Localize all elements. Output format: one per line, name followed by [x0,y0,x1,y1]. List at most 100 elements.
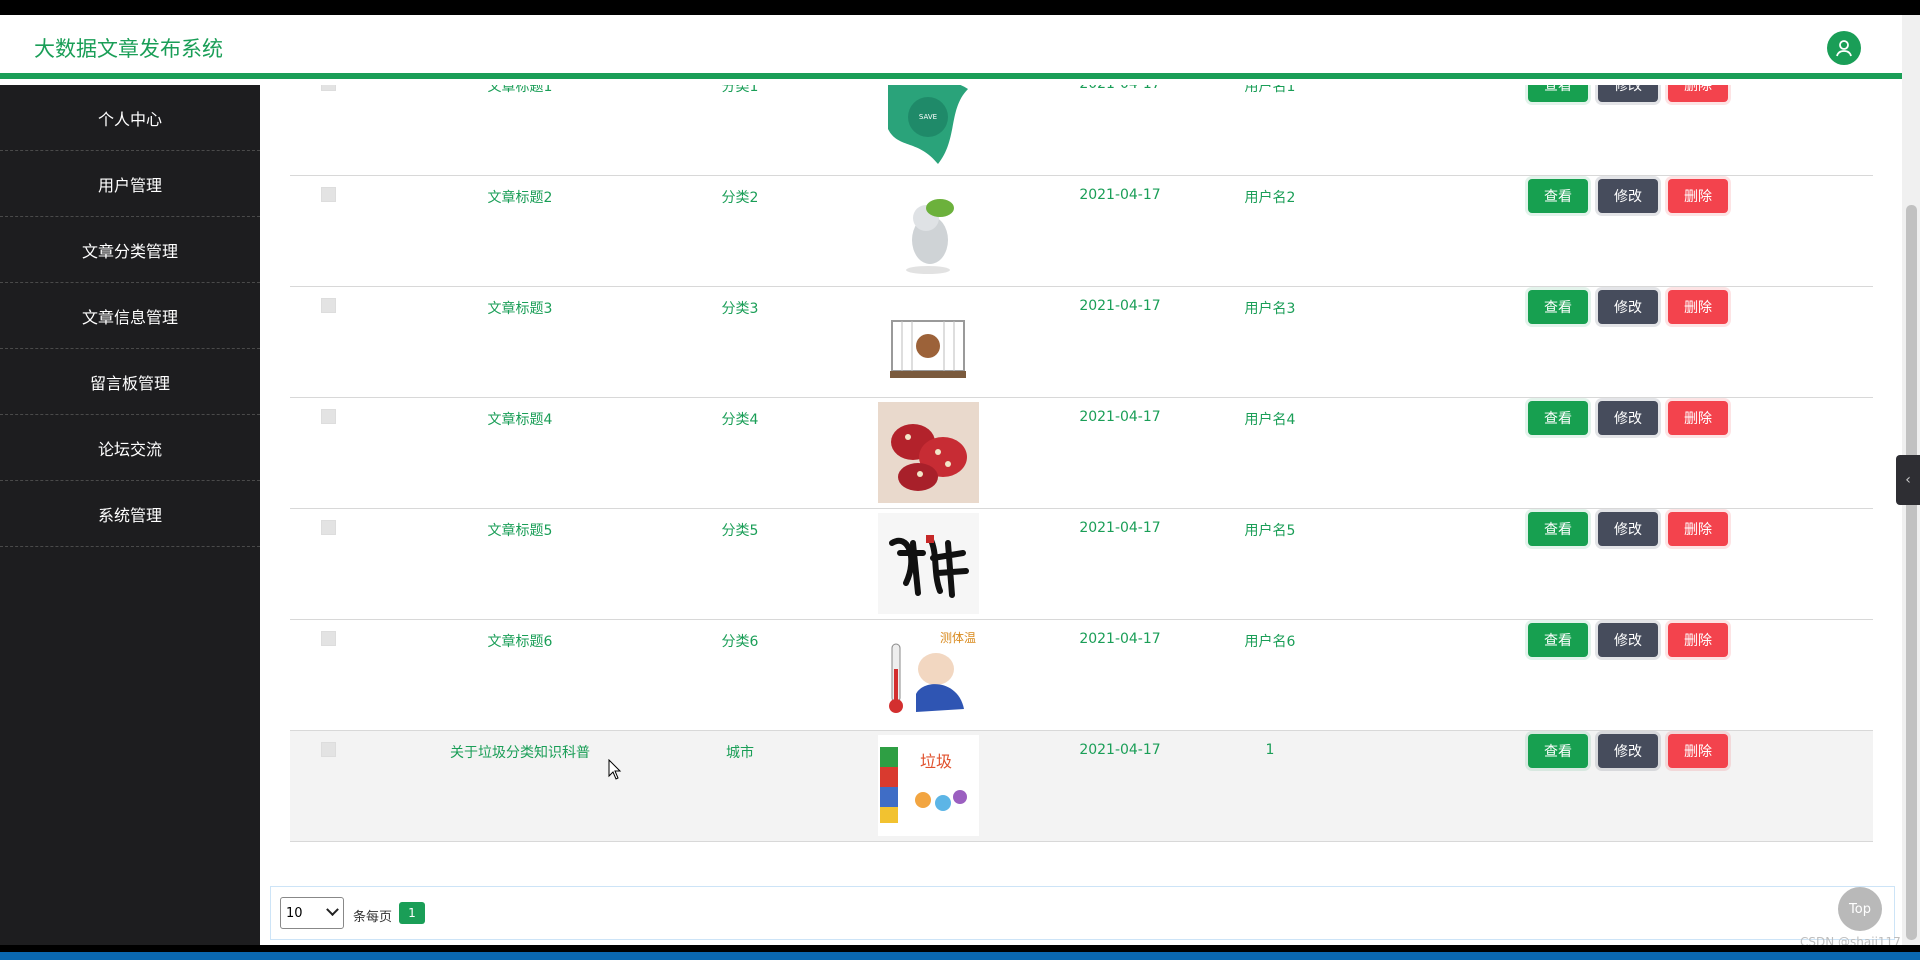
article-title-link[interactable]: 文章标题5 [430,520,610,540]
author-username: 1 [1265,742,1275,758]
edit-button[interactable]: 修改 [1598,85,1658,102]
article-image [878,402,979,503]
article-image: 垃圾 [878,735,979,836]
app-frame: 大数据文章发布系统 个人中心 用户管理 文章分类管理 文章信息管理 留言板管理 … [0,15,1920,945]
article-title-link[interactable]: 文章标题4 [430,409,610,429]
row-checkbox[interactable] [321,742,336,757]
publish-date: 2021-04-17 [1079,631,1161,647]
chevron-left-icon[interactable]: ‹ [1896,455,1920,505]
sidebar-item-label: 个人中心 [97,109,162,129]
app-title: 大数据文章发布系统 [34,37,223,61]
edit-button[interactable]: 修改 [1598,512,1658,546]
delete-button[interactable]: 删除 [1668,401,1728,435]
table-row: 关于垃圾分类知识科普 城市 垃圾 2021-04-17 1 查看 修改 删除 [290,731,1873,842]
article-title-link[interactable]: 文章标题1 [430,85,610,96]
page-size-value: 10 [286,905,303,921]
sidebar-item-message-board[interactable]: 留言板管理 [0,349,260,415]
article-category: 分类2 [721,190,759,206]
article-image [878,291,979,392]
sidebar-item-article-management[interactable]: 文章信息管理 [0,283,260,349]
edit-button[interactable]: 修改 [1598,734,1658,768]
sidebar-item-label: 用户管理 [97,175,162,195]
edit-button[interactable]: 修改 [1598,179,1658,213]
article-title-link[interactable]: 文章标题2 [430,187,610,207]
taskbar-edge [0,952,1920,960]
article-image [878,180,979,281]
delete-button[interactable]: 删除 [1668,290,1728,324]
view-button[interactable]: 查看 [1528,734,1588,768]
article-title-link[interactable]: 文章标题3 [430,298,610,318]
back-to-top-button[interactable]: Top [1838,887,1882,931]
article-category: 分类6 [721,634,759,650]
user-avatar-icon[interactable] [1827,31,1861,65]
article-category: 分类1 [721,85,759,95]
table-row: 文章标题1 分类1 SAVE 2021-04-17 用户名1 查看修改删除 [290,85,1873,176]
table-row: 文章标题6 分类6 测体温 2021-04-17 用户名6 查看 修改 删除 [290,620,1873,731]
view-button[interactable]: 查看 [1528,623,1588,657]
sidebar: 个人中心 用户管理 文章分类管理 文章信息管理 留言板管理 论坛交流 系统管理 [0,85,260,945]
sidebar-item-user-management[interactable]: 用户管理 [0,151,260,217]
svg-text:测体温: 测体温 [940,631,976,645]
article-title-link[interactable]: 关于垃圾分类知识科普 [430,742,610,762]
publish-date: 2021-04-17 [1079,187,1161,203]
svg-text:SAVE: SAVE [919,113,937,121]
article-image [878,513,979,614]
publish-date: 2021-04-17 [1079,298,1161,314]
author-username: 用户名4 [1244,412,1296,428]
main-content: 文章标题1分类1SAVE2021-04-17用户名1查看修改删除文章标题2分类2… [260,85,1902,945]
page-number-button[interactable]: 1 [399,902,425,924]
article-category: 分类4 [721,412,759,428]
chevron-down-icon [326,903,339,917]
sidebar-item-forum[interactable]: 论坛交流 [0,415,260,481]
delete-button[interactable]: 删除 [1668,512,1728,546]
sidebar-item-category-management[interactable]: 文章分类管理 [0,217,260,283]
delete-button[interactable]: 删除 [1668,734,1728,768]
table-row: 文章标题3 分类3 2021-04-17 用户名3 查看 修改 删除 [290,287,1873,398]
publish-date: 2021-04-17 [1079,409,1161,425]
table-row: 文章标题5 分类5 2021-04-17 用户名5 查看 修改 删除 [290,509,1873,620]
row-checkbox[interactable] [321,298,336,313]
edit-button[interactable]: 修改 [1598,401,1658,435]
sidebar-item-label: 留言板管理 [89,373,170,393]
row-checkbox[interactable] [321,187,336,202]
sidebar-item-label: 论坛交流 [97,439,162,459]
publish-date: 2021-04-17 [1079,742,1161,758]
sidebar-item-label: 文章信息管理 [81,307,178,327]
row-checkbox[interactable] [321,85,336,91]
delete-button[interactable]: 删除 [1668,179,1728,213]
article-image: SAVE [878,85,979,170]
watermark: CSDN @shaji117 [1800,935,1901,945]
author-username: 用户名3 [1244,301,1296,317]
view-button[interactable]: 查看 [1528,179,1588,213]
svg-text:垃圾: 垃圾 [920,752,952,771]
view-button[interactable]: 查看 [1528,512,1588,546]
edit-button[interactable]: 修改 [1598,623,1658,657]
sidebar-item-system[interactable]: 系统管理 [0,481,260,547]
page-size-select[interactable]: 10 [280,897,344,929]
row-checkbox[interactable] [321,520,336,535]
article-title-link[interactable]: 文章标题6 [430,631,610,651]
article-category: 分类3 [721,301,759,317]
edit-button[interactable]: 修改 [1598,290,1658,324]
author-username: 用户名5 [1244,523,1296,539]
sidebar-item-label: 系统管理 [97,505,162,525]
author-username: 用户名2 [1244,190,1296,206]
author-username: 用户名6 [1244,634,1296,650]
table-row: 文章标题2 分类2 2021-04-17 用户名2 查看 修改 删除 [290,176,1873,287]
delete-button[interactable]: 删除 [1668,623,1728,657]
author-username: 用户名1 [1244,85,1296,95]
publish-date: 2021-04-17 [1079,520,1161,536]
sidebar-item-personal-center[interactable]: 个人中心 [0,85,260,151]
pagination-bar: 10 条每页 1 [270,886,1895,940]
delete-button[interactable]: 删除 [1668,85,1728,102]
view-button[interactable]: 查看 [1528,290,1588,324]
mouse-cursor-icon [608,759,622,780]
per-page-label: 条每页 [353,910,393,925]
scrollbar-thumb[interactable] [1906,205,1917,940]
view-button[interactable]: 查看 [1528,401,1588,435]
view-button[interactable]: 查看 [1528,85,1588,102]
table-row: 文章标题4 分类4 2021-04-17 用户名4 查看 修改 删除 [290,398,1873,509]
top-header: 大数据文章发布系统 [0,15,1902,79]
row-checkbox[interactable] [321,409,336,424]
row-checkbox[interactable] [321,631,336,646]
